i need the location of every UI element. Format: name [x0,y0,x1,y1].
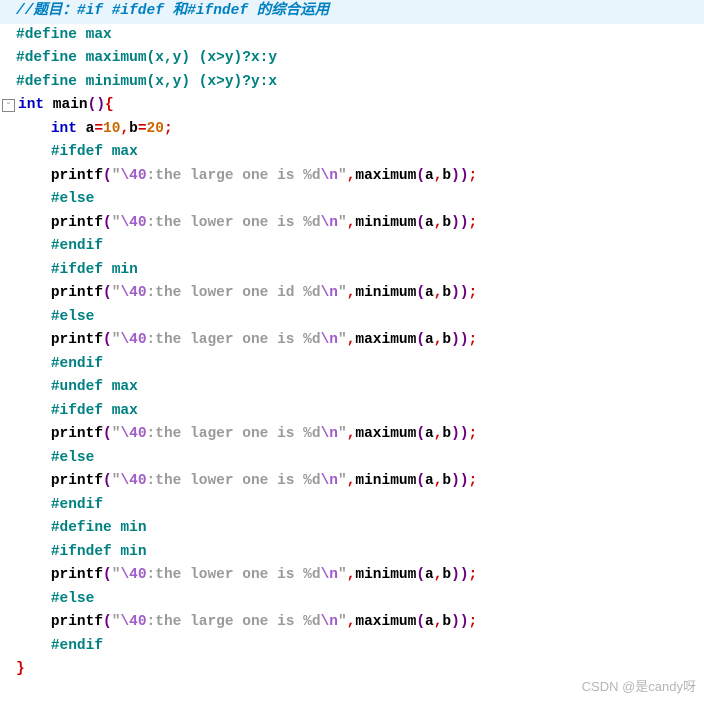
code-line: #define min [0,517,704,541]
fold-icon[interactable]: - [2,99,15,112]
code-line: int a=10,b=20; [0,118,704,142]
code-line: #ifdef min [0,259,704,283]
code-line: #endif [0,635,704,659]
code-line: #ifdef max [0,141,704,165]
code-line: printf("\40:the lower one is %d\n",minim… [0,470,704,494]
code-line: #define maximum(x,y) (x>y)?x:y [0,47,704,71]
comment-text: //题目：#if #ifdef 和#ifndef 的综合运用 [16,3,329,19]
watermark: CSDN @是candy呀 [582,675,696,699]
code-line: #else [0,588,704,612]
code-line: printf("\40:the large one is %d\n",maxim… [0,611,704,635]
code-line: printf("\40:the large one is %d\n",maxim… [0,165,704,189]
code-line: printf("\40:the lager one is %d\n",maxim… [0,329,704,353]
code-line: printf("\40:the lower one id %d\n",minim… [0,282,704,306]
code-line: #undef max [0,376,704,400]
code-line: printf("\40:the lager one is %d\n",maxim… [0,423,704,447]
code-line: #endif [0,353,704,377]
code-line: #else [0,306,704,330]
code-line: #ifndef min [0,541,704,565]
code-line: printf("\40:the lower one is %d\n",minim… [0,212,704,236]
code-line: printf("\40:the lower one is %d\n",minim… [0,564,704,588]
code-editor: //题目：#if #ifdef 和#ifndef 的综合运用 #define m… [0,0,704,682]
code-line: //题目：#if #ifdef 和#ifndef 的综合运用 [0,0,704,24]
code-line: #else [0,447,704,471]
code-line: #define max [0,24,704,48]
code-line: #endif [0,235,704,259]
code-line: #else [0,188,704,212]
code-line: #define minimum(x,y) (x>y)?y:x [0,71,704,95]
code-line: #endif [0,494,704,518]
code-line: #ifdef max [0,400,704,424]
code-line: -int main(){ [0,94,704,118]
